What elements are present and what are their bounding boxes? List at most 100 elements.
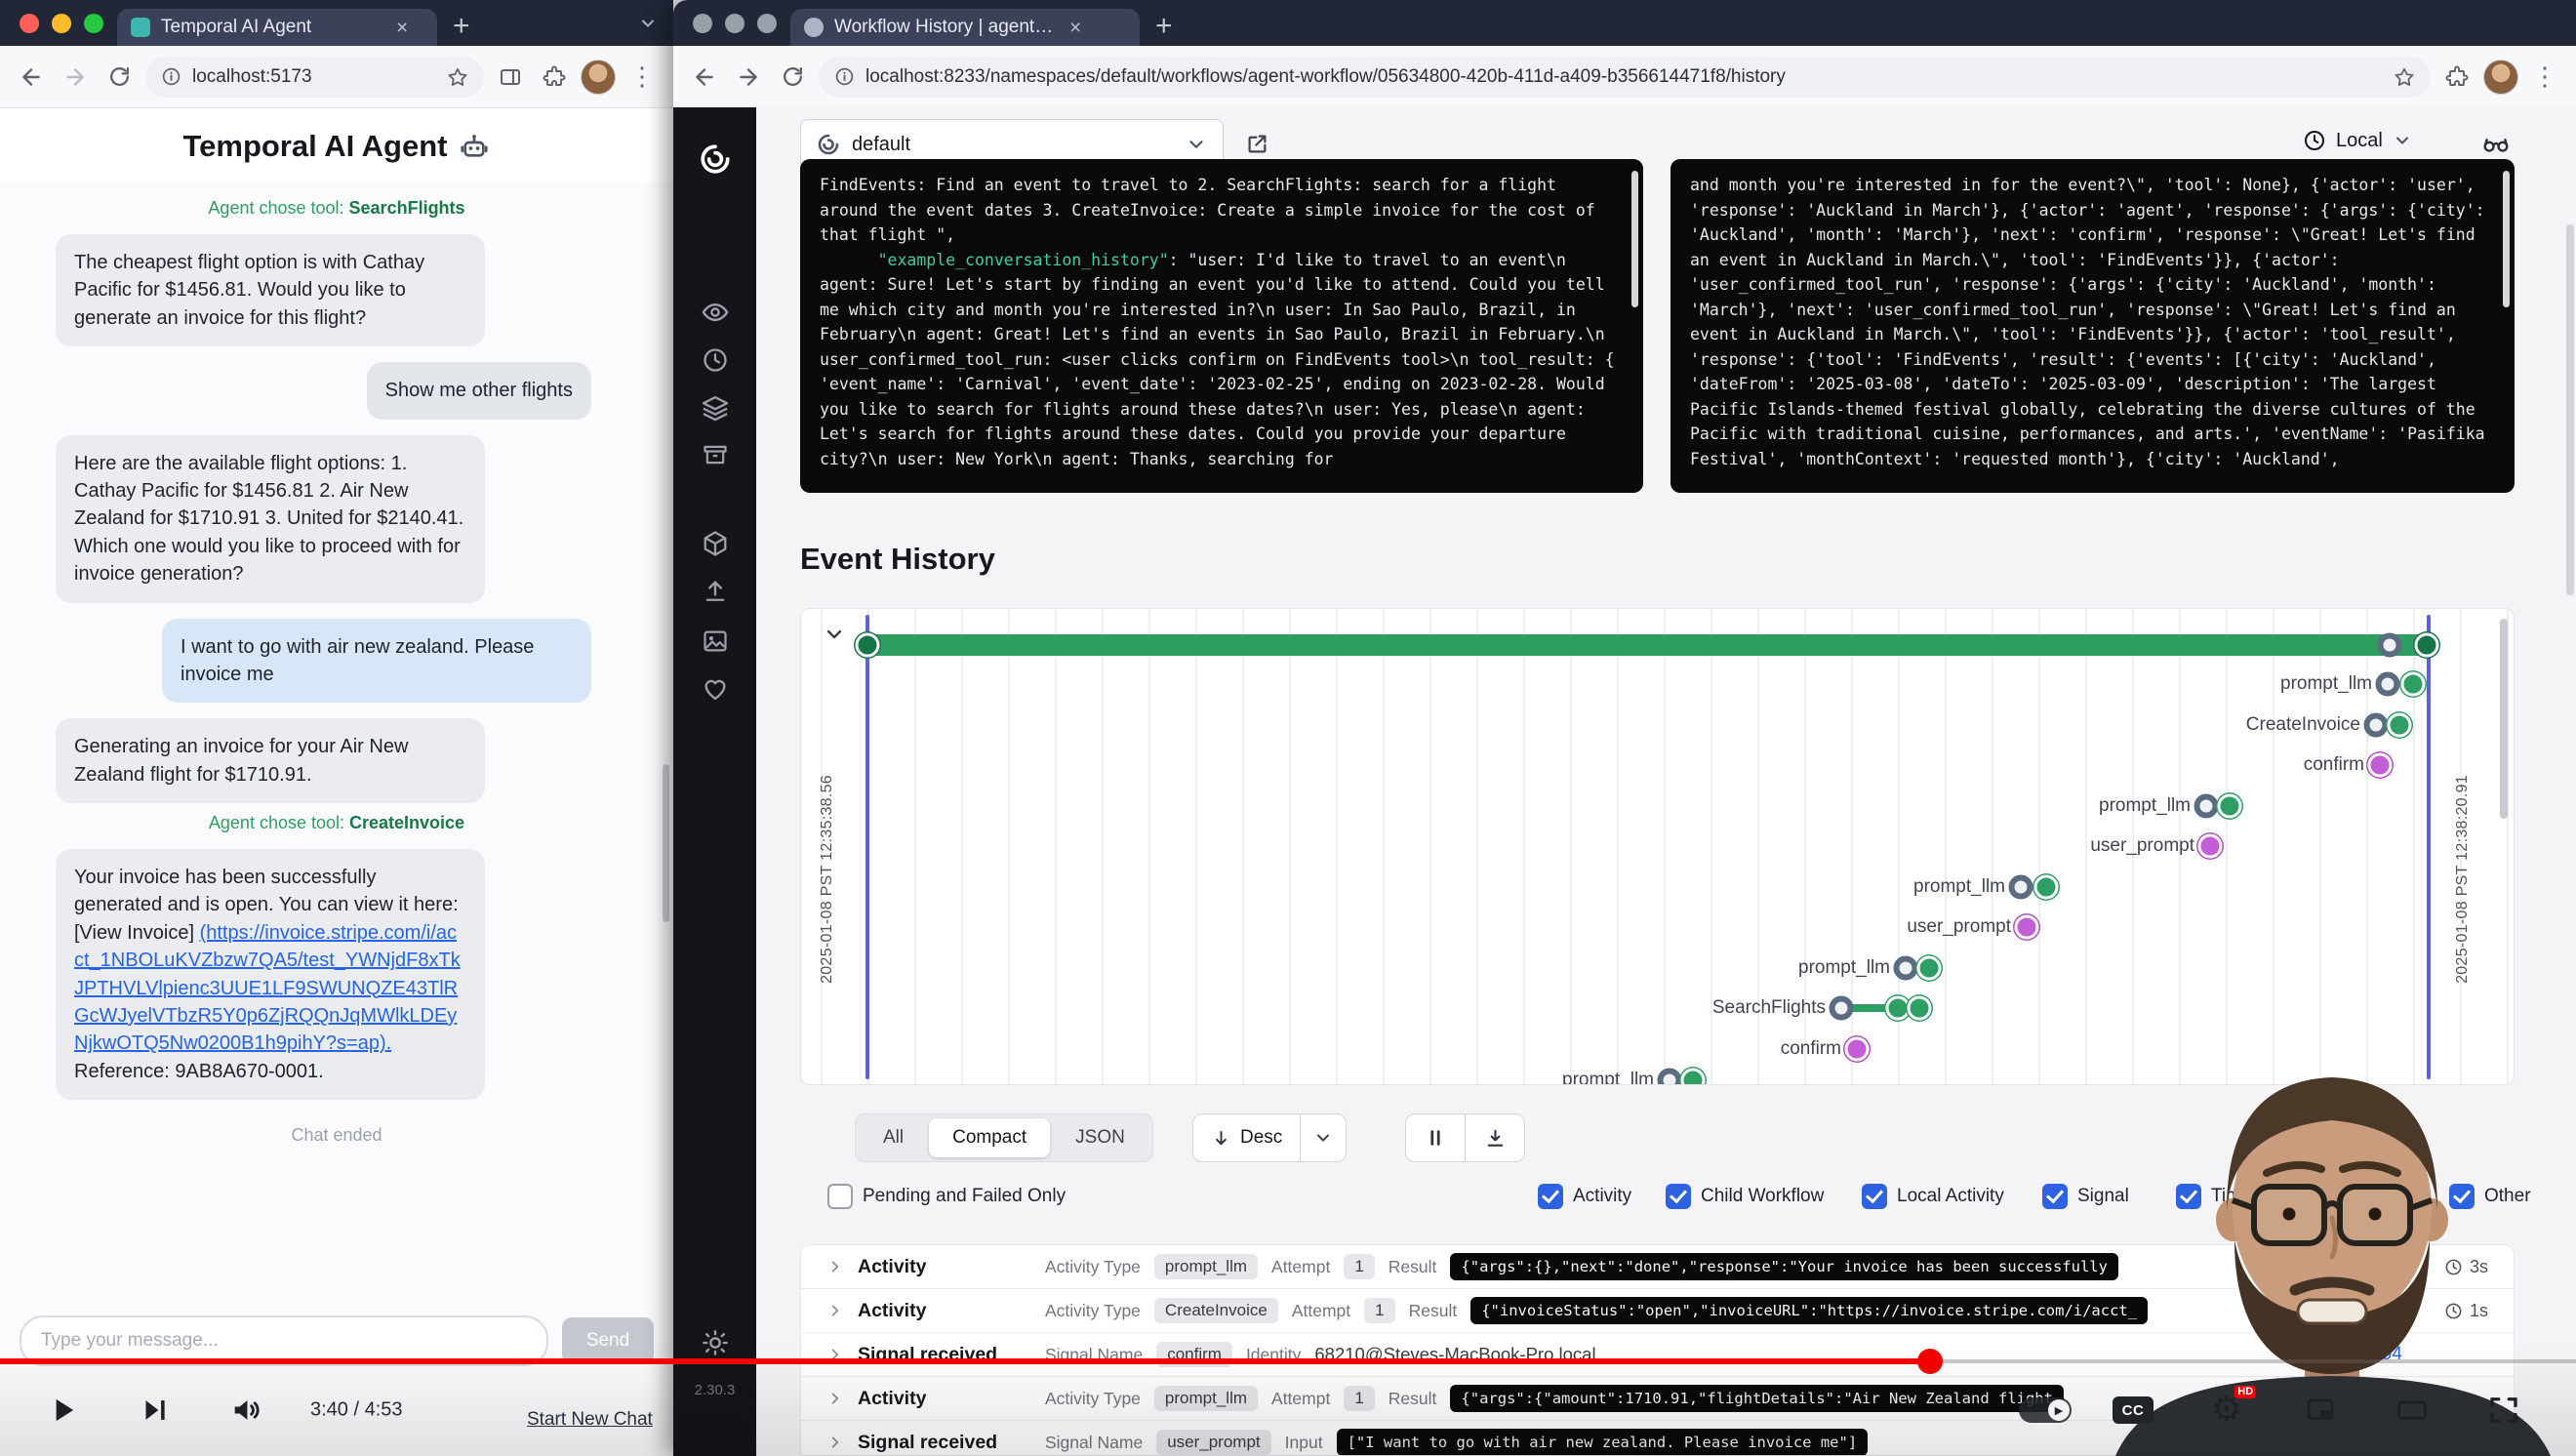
miniplayer-button[interactable] — [2304, 1394, 2337, 1427]
minimize-window-button[interactable] — [725, 14, 745, 33]
event-id-link[interactable]: 100 — [2371, 1300, 2402, 1321]
address-bar[interactable]: localhost:8233/namespaces/default/workfl… — [819, 57, 2431, 98]
workflow-start-marker[interactable] — [856, 633, 880, 658]
sidebar-workflows-eye-icon[interactable] — [701, 299, 729, 327]
timezone-select[interactable]: Local — [2303, 129, 2412, 152]
site-info-icon[interactable] — [834, 66, 855, 87]
site-info-icon[interactable] — [161, 66, 181, 87]
activity-marker[interactable] — [2364, 713, 2389, 738]
forward-button[interactable] — [58, 60, 93, 95]
child-workflow-checkbox[interactable] — [1666, 1184, 1691, 1209]
profile-avatar[interactable] — [581, 60, 616, 95]
new-tab-button[interactable]: + — [453, 12, 470, 41]
timer-checkbox[interactable] — [2176, 1184, 2201, 1209]
activity-checkbox[interactable] — [1538, 1184, 1563, 1209]
new-tab-button[interactable]: + — [1155, 12, 1173, 41]
progress-scrubber[interactable] — [1917, 1349, 1943, 1374]
temporal-logo-icon[interactable] — [699, 142, 732, 176]
extensions-icon[interactable] — [2439, 60, 2475, 95]
activity-marker[interactable] — [1681, 1069, 1706, 1086]
chat-transcript[interactable]: Agent chose tool: SearchFlights The chea… — [0, 182, 673, 1308]
activity-marker[interactable] — [1830, 996, 1854, 1021]
theater-mode-button[interactable] — [2395, 1393, 2430, 1428]
event-id-link[interactable]: 106 — [2371, 1256, 2402, 1277]
event-row-signal[interactable]: Signal received Signal Name confirm Iden… — [801, 1333, 2514, 1377]
close-tab-icon[interactable]: × — [1069, 18, 1081, 38]
signal-marker[interactable] — [2198, 834, 2223, 859]
profile-avatar[interactable] — [2483, 60, 2518, 95]
chat-scrollbar[interactable] — [663, 764, 669, 922]
back-button[interactable] — [14, 60, 49, 95]
play-button[interactable] — [44, 1392, 81, 1429]
extensions-icon[interactable] — [537, 60, 572, 95]
activity-marker[interactable] — [2034, 875, 2059, 900]
signal-marker[interactable] — [2015, 915, 2039, 940]
browser-menu-icon[interactable]: ⋮ — [2527, 60, 2562, 95]
activity-marker[interactable] — [1894, 956, 1918, 981]
expand-chevron-icon[interactable] — [826, 1390, 844, 1407]
captions-button[interactable]: CC — [2113, 1396, 2153, 1424]
activity-marker[interactable] — [2376, 672, 2400, 697]
sidebar-feedback-heart-icon[interactable] — [702, 675, 729, 703]
pending-failed-only-checkbox[interactable] — [827, 1184, 853, 1209]
data-encoder-glasses-icon[interactable] — [2481, 129, 2511, 158]
send-button[interactable]: Send — [562, 1317, 654, 1364]
activity-marker[interactable] — [2194, 794, 2219, 819]
tab-temporal-ai-agent[interactable]: Temporal AI Agent × — [117, 9, 437, 46]
activity-marker[interactable] — [1908, 996, 1932, 1021]
side-panel-icon[interactable] — [493, 60, 528, 95]
zoom-window-button[interactable] — [84, 14, 103, 33]
workflow-execution-bar[interactable] — [867, 634, 2429, 656]
sidebar-labs-image-icon[interactable] — [702, 627, 729, 655]
sidebar-namespaces-cube-icon[interactable] — [701, 530, 729, 558]
event-row-activity[interactable]: Activity Activity Type prompt_llm Attemp… — [801, 1377, 2514, 1421]
volume-icon[interactable] — [229, 1394, 262, 1427]
close-window-button[interactable] — [20, 14, 39, 33]
activity-marker[interactable] — [1917, 956, 1942, 981]
sidebar-archive-icon[interactable] — [702, 441, 729, 468]
start-new-chat-link[interactable]: Start New Chat — [527, 1409, 653, 1431]
timeline-scrollbar[interactable] — [2500, 619, 2508, 819]
next-video-button[interactable] — [138, 1394, 171, 1427]
tab-search-chevron-icon[interactable] — [638, 14, 658, 33]
activity-marker[interactable] — [1658, 1069, 1682, 1086]
tab-workflow-history[interactable]: Workflow History | agent-wor... × — [790, 9, 1140, 46]
address-bar[interactable]: localhost:5173 — [145, 57, 484, 98]
activity-marker[interactable] — [2388, 713, 2412, 738]
sidebar-schedules-clock-icon[interactable] — [702, 346, 729, 374]
bookmark-star-icon[interactable] — [2394, 66, 2415, 88]
reload-button[interactable] — [101, 60, 137, 95]
workflow-input-panel[interactable]: FindEvents: Find an event to travel to 2… — [800, 159, 1643, 493]
other-checkbox[interactable] — [2449, 1184, 2475, 1209]
theme-toggle-sun-icon[interactable] — [702, 1329, 729, 1356]
event-row-signal[interactable]: Signal received Signal Name user_prompt … — [801, 1421, 2514, 1456]
activity-marker[interactable] — [2009, 875, 2033, 900]
fullscreen-button[interactable] — [2486, 1393, 2521, 1428]
activity-marker[interactable] — [2218, 794, 2242, 819]
minimize-window-button[interactable] — [52, 14, 71, 33]
close-tab-icon[interactable]: × — [396, 18, 408, 38]
sidebar-import-upload-icon[interactable] — [702, 578, 729, 605]
view-all-button[interactable]: All — [860, 1118, 927, 1157]
page-scrollbar[interactable] — [2566, 224, 2574, 595]
timeline-graph[interactable]: 2025-01-08 PST 12:35:38.56 2025-01-08 PS… — [800, 608, 2515, 1085]
view-compact-button[interactable]: Compact — [929, 1118, 1050, 1157]
back-button[interactable] — [687, 60, 722, 95]
view-json-button[interactable]: JSON — [1052, 1118, 1148, 1157]
bookmark-star-icon[interactable] — [447, 66, 468, 88]
workflow-end-marker[interactable] — [2415, 633, 2439, 658]
workflow-task-marker[interactable] — [2378, 633, 2402, 658]
collapse-timeline-chevron-icon[interactable] — [823, 623, 846, 646]
expand-chevron-icon[interactable] — [826, 1302, 844, 1319]
event-row-activity[interactable]: Activity Activity Type CreateInvoice Att… — [801, 1289, 2514, 1333]
workflow-state-panel[interactable]: and month you're interested in for the e… — [1670, 159, 2515, 493]
signal-marker[interactable] — [1845, 1037, 1870, 1062]
reload-button[interactable] — [775, 60, 810, 95]
open-namespace-external-link-icon[interactable] — [1244, 131, 1270, 157]
forward-button[interactable] — [731, 60, 766, 95]
local-activity-checkbox[interactable] — [1862, 1184, 1887, 1209]
video-progress-bar[interactable] — [0, 1358, 2576, 1364]
activity-marker[interactable] — [2401, 672, 2426, 697]
download-history-button[interactable] — [1466, 1114, 1524, 1161]
panel-scrollbar[interactable] — [2503, 171, 2510, 307]
